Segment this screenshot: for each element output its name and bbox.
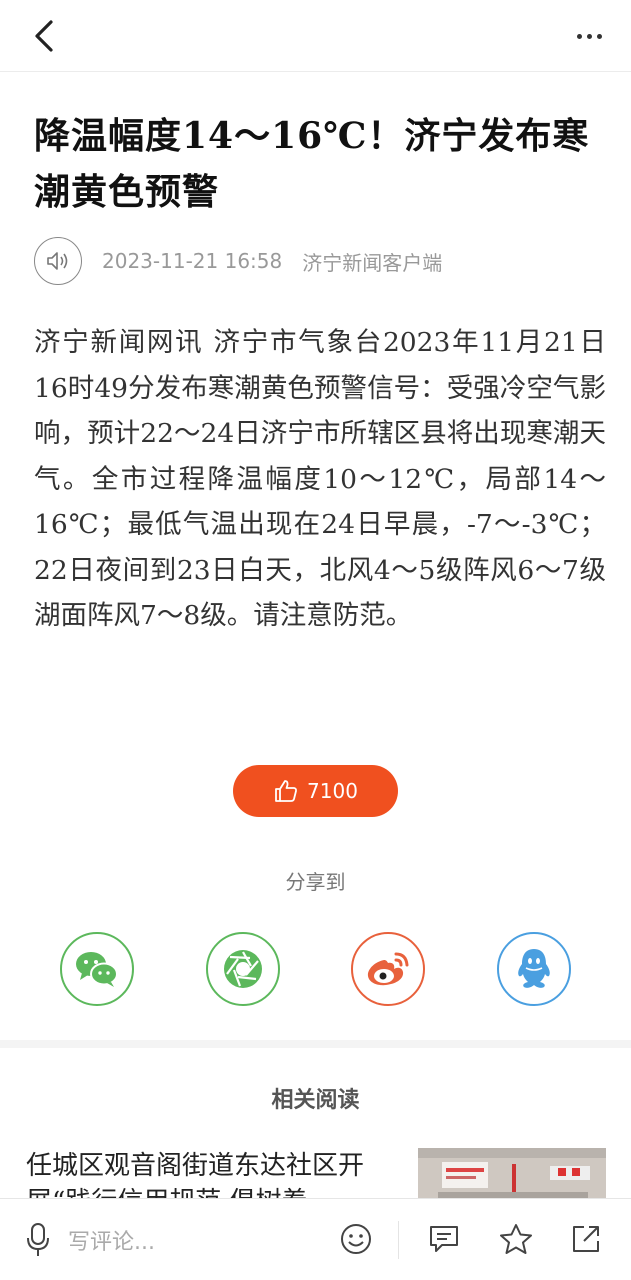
favorite-button[interactable] [498, 1221, 534, 1257]
microphone-icon[interactable] [26, 1222, 50, 1258]
like-count: 7100 [307, 779, 358, 803]
article-title: 降温幅度14～16℃！济宁发布寒潮黄色预警 [34, 115, 590, 213]
thumbs-up-icon [275, 780, 298, 802]
bar-separator [398, 1221, 399, 1259]
weibo-icon [367, 952, 409, 986]
wechat-icon [76, 952, 118, 987]
thumbnail-image [418, 1148, 606, 1200]
article-meta: 2023-11-21 16:58 济宁新闻客户端 [34, 236, 604, 286]
back-button[interactable] [26, 16, 62, 56]
comments-button[interactable] [426, 1221, 462, 1257]
share-button[interactable] [568, 1221, 604, 1257]
related-reading-title: 相关阅读 [271, 1088, 360, 1113]
star-icon [500, 1224, 532, 1254]
chevron-left-icon [35, 20, 53, 52]
comment-placeholder: 写评论... [68, 1230, 155, 1255]
qq-icon [518, 949, 550, 988]
article-body: 济宁新闻网讯 济宁市气象台2023年11月21日16时49分发布寒潮黄色预警信号… [34, 327, 606, 631]
speaker-icon [47, 252, 68, 270]
emoji-button[interactable] [338, 1221, 374, 1257]
share-qq-button[interactable] [497, 932, 571, 1006]
related-article-thumbnail [418, 1148, 606, 1200]
more-options-button[interactable] [569, 20, 609, 52]
comment-input[interactable]: 写评论... [26, 1217, 386, 1263]
related-article-title: 任城区观音阁街道东达社区开展“践行信用规范 倡树着 [26, 1151, 365, 1200]
more-dots-icon [576, 33, 582, 39]
share-weibo-button[interactable] [351, 932, 425, 1006]
emoji-icon [341, 1224, 371, 1254]
publish-date: 2023-11-21 16:58 [102, 249, 283, 273]
section-divider [0, 1040, 631, 1048]
share-wechat-button[interactable] [60, 932, 134, 1006]
like-button[interactable]: 7100 [233, 765, 398, 817]
moments-icon [224, 950, 262, 988]
related-article-item[interactable]: 任城区观音阁街道东达社区开展“践行信用规范 倡树着 [26, 1148, 606, 1200]
share-external-icon [573, 1226, 599, 1252]
bottom-bar: 写评论... [0, 1198, 631, 1280]
read-aloud-button[interactable] [34, 237, 82, 285]
top-bar [0, 0, 631, 72]
share-label: 分享到 [285, 870, 346, 894]
article-source: 济宁新闻客户端 [302, 250, 443, 275]
comment-icon [430, 1226, 458, 1252]
share-moments-button[interactable] [206, 932, 280, 1006]
